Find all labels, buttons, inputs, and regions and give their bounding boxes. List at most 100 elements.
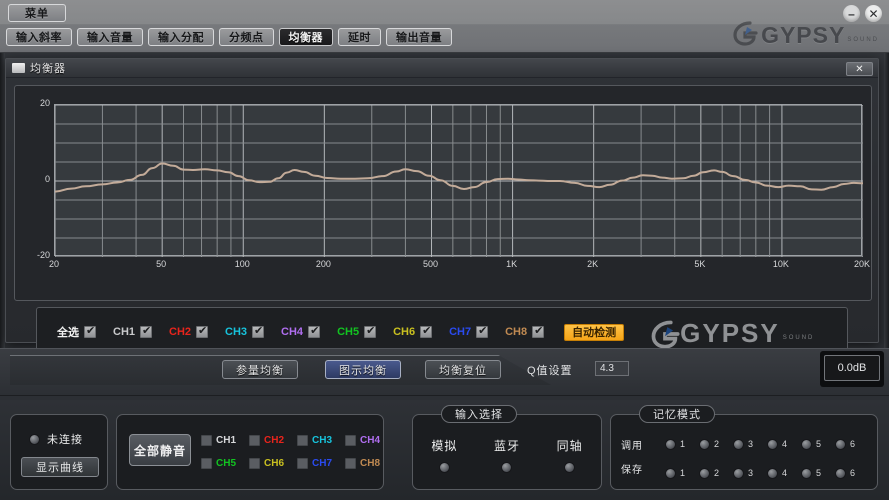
mute-checkbox-4[interactable]	[201, 458, 212, 469]
channel-item-7[interactable]: CH7	[449, 325, 489, 338]
channel-item-8[interactable]: CH8	[505, 325, 545, 338]
channel-checkbox-3[interactable]	[252, 325, 265, 338]
mute-cell-3[interactable]: CH4	[345, 431, 391, 450]
mute-checkbox-3[interactable]	[345, 435, 356, 446]
eq-graph[interactable]: 20 0 -20 20 50 100 200 500 1K 2K 5K 10K 20K	[24, 94, 870, 294]
memory-slot-number: 1	[680, 468, 686, 478]
channel-item-3[interactable]: CH3	[225, 325, 265, 338]
memory-slot-save-6[interactable]: 6	[835, 462, 869, 484]
input-option-2[interactable]: 同轴	[557, 437, 583, 473]
brand-name-top: GYPSY	[761, 22, 846, 49]
mute-label-5: CH6	[264, 458, 285, 469]
memory-led-icon[interactable]	[733, 438, 744, 450]
brand-logo-top: GYPSY SOUND	[732, 20, 879, 49]
channel-label-6: CH6	[393, 326, 416, 338]
mute-cell-2[interactable]: CH3	[297, 431, 343, 450]
eq-plot-area[interactable]	[54, 104, 863, 257]
memory-slot-save-5[interactable]: 5	[801, 462, 835, 484]
channel-checkbox-8[interactable]	[532, 325, 545, 338]
x-tick-7: 5K	[694, 259, 706, 269]
auto-detect-button[interactable]: 自动检测	[564, 323, 625, 341]
channel-checkbox-4[interactable]	[308, 325, 321, 338]
mode-button-reset[interactable]: 均衡复位	[425, 360, 501, 379]
input-option-led-icon-0[interactable]	[438, 462, 450, 473]
menu-button[interactable]: 菜单	[8, 4, 66, 22]
mute-cell-5[interactable]: CH6	[249, 454, 295, 473]
input-option-1[interactable]: 蓝牙	[494, 437, 520, 473]
memory-recall-label[interactable]: 调用	[621, 437, 643, 452]
mute-checkbox-1[interactable]	[249, 435, 260, 446]
memory-led-icon[interactable]	[767, 467, 778, 479]
mute-checkbox-2[interactable]	[297, 435, 308, 446]
memory-slot-recall-2[interactable]: 2	[699, 433, 733, 455]
memory-slot-save-4[interactable]: 4	[767, 462, 801, 484]
memory-slot-number: 5	[816, 439, 822, 449]
input-option-led-icon-1[interactable]	[501, 462, 513, 473]
channel-item-0[interactable]: 全选	[57, 324, 96, 340]
input-option-row: 模拟 蓝牙 同轴	[413, 437, 601, 473]
channel-checkbox-7[interactable]	[476, 325, 489, 338]
memory-led-icon[interactable]	[835, 438, 846, 450]
mode-button-graphic[interactable]: 图示均衡	[325, 360, 401, 379]
mute-checkbox-6[interactable]	[297, 458, 308, 469]
memory-slot-recall-3[interactable]: 3	[733, 433, 767, 455]
memory-slot-recall-4[interactable]: 4	[767, 433, 801, 455]
connection-led-icon	[29, 433, 40, 445]
mute-cell-4[interactable]: CH5	[201, 454, 247, 473]
tab-6[interactable]: 输出音量	[386, 28, 452, 46]
channel-item-6[interactable]: CH6	[393, 325, 433, 338]
mute-cell-0[interactable]: CH1	[201, 431, 247, 450]
mode-button-parametric[interactable]: 参量均衡	[222, 360, 298, 379]
input-option-0[interactable]: 模拟	[431, 437, 457, 473]
memory-led-icon[interactable]	[801, 438, 812, 450]
mute-checkbox-5[interactable]	[249, 458, 260, 469]
channel-checkbox-0[interactable]	[84, 325, 96, 338]
eq-response-svg	[55, 105, 863, 257]
tab-1[interactable]: 输入音量	[77, 28, 143, 46]
channel-item-5[interactable]: CH5	[337, 325, 377, 338]
input-option-led-icon-2[interactable]	[564, 462, 576, 473]
channel-item-2[interactable]: CH2	[169, 325, 209, 338]
channel-checkbox-2[interactable]	[196, 325, 209, 338]
channel-checkbox-1[interactable]	[140, 325, 153, 338]
mute-checkbox-7[interactable]	[345, 458, 356, 469]
tab-2[interactable]: 输入分配	[148, 28, 214, 46]
dialog-close-button[interactable]: ✕	[846, 62, 873, 76]
memory-led-icon[interactable]	[835, 467, 846, 479]
mute-cell-1[interactable]: CH2	[249, 431, 295, 450]
tab-0[interactable]: 输入斜率	[6, 28, 72, 46]
mute-all-button[interactable]: 全部静音	[129, 434, 191, 466]
show-curve-button[interactable]: 显示曲线	[21, 457, 99, 477]
memory-slot-recall-5[interactable]: 5	[801, 433, 835, 455]
dialog-title-bar[interactable]: 均衡器	[6, 59, 878, 78]
memory-slot-recall-6[interactable]: 6	[835, 433, 869, 455]
memory-save-label[interactable]: 保存	[621, 461, 643, 476]
memory-led-icon[interactable]	[699, 438, 710, 450]
tab-4[interactable]: 均衡器	[278, 28, 333, 46]
memory-slot-number: 2	[714, 439, 720, 449]
memory-slot-save-1[interactable]: 1	[665, 462, 699, 484]
memory-slot-number: 2	[714, 468, 720, 478]
memory-led-icon[interactable]	[699, 467, 710, 479]
tab-5[interactable]: 延时	[338, 28, 381, 46]
tab-3[interactable]: 分频点	[219, 28, 274, 46]
memory-slot-number: 5	[816, 468, 822, 478]
q-value-field[interactable]: 4.3	[595, 361, 629, 376]
memory-led-icon[interactable]	[733, 467, 744, 479]
channel-item-4[interactable]: CH4	[281, 325, 321, 338]
channel-checkbox-5[interactable]	[364, 325, 377, 338]
mute-cell-7[interactable]: CH8	[345, 454, 391, 473]
memory-slot-save-3[interactable]: 3	[733, 462, 767, 484]
memory-mode-legend: 记忆模式	[639, 405, 715, 423]
y-tick-1: 0	[44, 174, 50, 184]
channel-item-1[interactable]: CH1	[113, 325, 153, 338]
mute-cell-6[interactable]: CH7	[297, 454, 343, 473]
memory-led-icon[interactable]	[767, 438, 778, 450]
memory-led-icon[interactable]	[801, 467, 812, 479]
memory-led-icon[interactable]	[665, 467, 676, 479]
memory-slot-recall-1[interactable]: 1	[665, 433, 699, 455]
channel-checkbox-6[interactable]	[420, 325, 433, 338]
memory-slot-save-2[interactable]: 2	[699, 462, 733, 484]
memory-led-icon[interactable]	[665, 438, 676, 450]
mute-checkbox-0[interactable]	[201, 435, 212, 446]
